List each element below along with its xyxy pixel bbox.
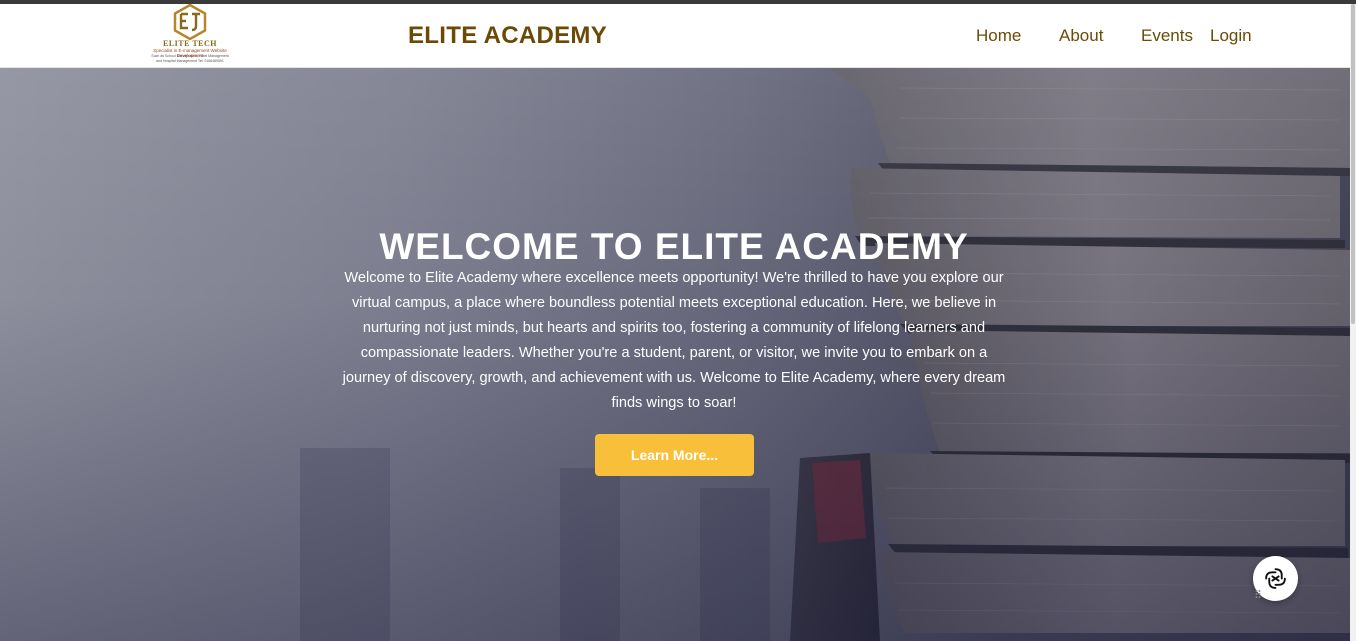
hero-section: WELCOME TO ELITE ACADEMY Welcome to Elit…: [0, 68, 1350, 641]
drag-handle-icon[interactable]: [1255, 589, 1261, 599]
page-scrollbar[interactable]: [1350, 4, 1356, 641]
logo-subline: Such as School Management, Hotel Managem…: [151, 54, 229, 63]
navbar: ELITE TECH Specialist in E-management We…: [0, 4, 1350, 68]
nav-about-link[interactable]: About: [1059, 26, 1103, 46]
nav-events-link[interactable]: Events: [1141, 26, 1193, 46]
chat-assistant-icon: [1265, 568, 1286, 589]
nav-login-link[interactable]: Login: [1210, 26, 1252, 46]
scrollbar-thumb[interactable]: [1351, 4, 1355, 324]
learn-more-button[interactable]: Learn More...: [595, 434, 754, 476]
nav-home-link[interactable]: Home: [976, 26, 1021, 46]
hero-title: WELCOME TO ELITE ACADEMY: [379, 226, 969, 267]
hero-description: Welcome to Elite Academy where excellenc…: [342, 270, 1006, 411]
main-nav: Home About Events Login: [0, 26, 1350, 50]
